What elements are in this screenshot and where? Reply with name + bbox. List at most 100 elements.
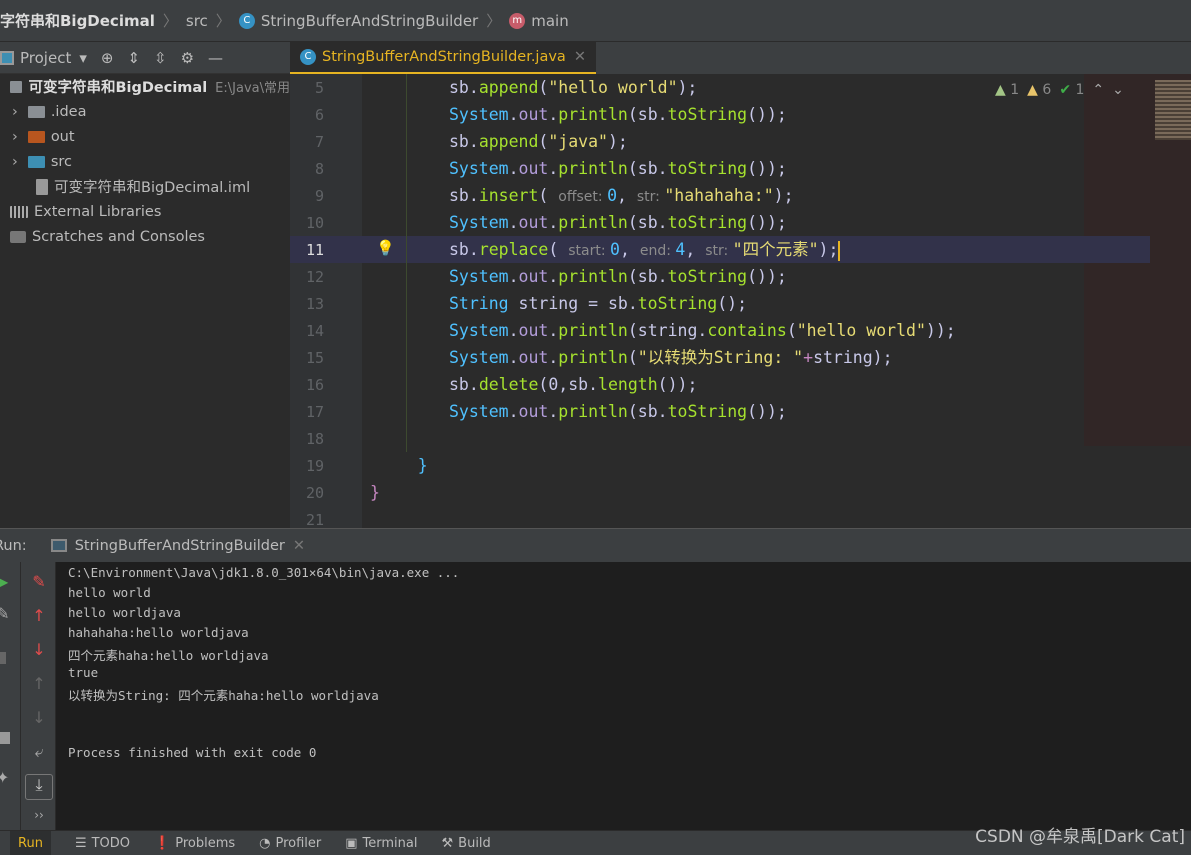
code-token: ,	[685, 240, 706, 259]
code-line[interactable]: sb.delete(0,sb.length());	[449, 371, 697, 398]
restore-layout-icon[interactable]	[0, 732, 10, 744]
module-icon	[10, 80, 23, 93]
gear-icon[interactable]: ⚙	[181, 49, 194, 67]
minimap[interactable]	[1155, 80, 1191, 140]
breadcrumb-project[interactable]: 字符串和BigDecimal	[0, 10, 155, 31]
code-token: String	[449, 294, 509, 313]
editor-tabs: C StringBufferAndStringBuilder.java ✕	[290, 42, 1191, 74]
code-line[interactable]: String string = sb.toString();	[449, 290, 747, 317]
clear-all-icon[interactable]: ✎	[21, 572, 57, 591]
code-line[interactable]: System.out.println(sb.toString());	[449, 155, 787, 182]
problems-tool-button[interactable]: ❗ Problems	[154, 836, 235, 851]
code-line[interactable]: sb.insert( offset: 0, str: "hahahaha:");	[449, 182, 794, 209]
code-line[interactable]: }	[370, 479, 380, 506]
code-token: str:	[636, 189, 665, 205]
tree-item[interactable]: 可变字符串和BigDecimal.iml	[0, 174, 290, 199]
tab-label: StringBufferAndStringBuilder.java	[322, 49, 566, 65]
breadcrumb-src[interactable]: src	[186, 12, 208, 30]
tree-item-label: External Libraries	[34, 203, 162, 220]
code-token: .	[508, 105, 519, 124]
build-tool-button[interactable]: ⚒ Build	[442, 836, 491, 851]
typo-count[interactable]: ✔ 1	[1059, 82, 1084, 98]
code-token: sb	[449, 375, 469, 394]
console-line: true	[68, 665, 99, 680]
code-line[interactable]: System.out.println(sb.toString());	[449, 209, 787, 236]
code-token: delete	[478, 375, 539, 394]
class-icon: C	[238, 12, 255, 29]
code-line[interactable]: sb.replace( start: 0, end: 4, str: "四个元素…	[449, 236, 841, 263]
terminal-tool-button[interactable]: ▣ Terminal	[345, 836, 417, 851]
profiler-tool-button[interactable]: ◔ Profiler	[259, 836, 321, 851]
tree-item[interactable]: 可变字符串和BigDecimal E:\Java\常用	[0, 74, 290, 99]
line-number: 10	[305, 214, 324, 232]
up-stack-icon[interactable]: ↑	[21, 606, 57, 625]
tree-item[interactable]: › src	[0, 149, 290, 174]
code-line[interactable]: System.out.println(sb.toString());	[449, 101, 787, 128]
chevron-right-icon[interactable]: ›	[12, 154, 18, 170]
locate-icon[interactable]: ⊕	[101, 49, 114, 67]
run-tab-label[interactable]: StringBufferAndStringBuilder	[75, 538, 285, 554]
line-number: 16	[305, 376, 324, 394]
code-token: .	[468, 240, 479, 259]
chevron-right-icon[interactable]: ›	[12, 104, 18, 120]
breadcrumb-method[interactable]: main	[531, 12, 568, 30]
warning-count[interactable]: ▲ 6	[1027, 82, 1051, 98]
line-number: 6	[314, 106, 324, 124]
code-token: .	[548, 348, 559, 367]
code-token: .	[548, 402, 559, 421]
wrench-icon[interactable]: ✎	[0, 604, 9, 623]
code-line[interactable]: System.out.println(sb.toString());	[449, 263, 787, 290]
chevron-right-icon[interactable]: ›	[12, 129, 18, 145]
code-token: println	[558, 267, 628, 286]
code-token: toString	[667, 105, 748, 124]
code-line[interactable]: System.out.println(string.contains("hell…	[449, 317, 956, 344]
list-icon: ☰	[74, 835, 87, 851]
tree-item[interactable]: › out	[0, 124, 290, 149]
run-toolbar: ✎ ↑ ↓ ↑ ↓ ⤶ ⤓ ››	[20, 562, 56, 830]
todo-tool-button[interactable]: ☰ TODO	[75, 836, 130, 851]
tree-item[interactable]: Scratches and Consoles	[0, 224, 290, 249]
code-token: .	[468, 78, 479, 97]
code-token: sb	[449, 240, 469, 259]
code-line[interactable]: sb.append("hello world");	[449, 74, 697, 101]
code-line[interactable]: System.out.println(sb.toString());	[449, 398, 787, 425]
arrow-down-icon[interactable]: ↓	[21, 708, 57, 727]
project-view-selector[interactable]: Project	[20, 49, 71, 67]
tab-stringbuffer-java[interactable]: C StringBufferAndStringBuilder.java ✕	[290, 42, 596, 74]
stop-icon[interactable]	[0, 652, 6, 664]
expand-all-icon[interactable]: ⇕	[127, 49, 140, 67]
down-stack-icon[interactable]: ↓	[21, 640, 57, 659]
tree-item[interactable]: › .idea	[0, 99, 290, 124]
close-icon[interactable]: ✕	[293, 538, 305, 554]
console-output[interactable]: C:\Environment\Java\jdk1.8.0_301×64\bin\…	[56, 562, 1191, 830]
code-token: out	[518, 321, 549, 340]
lightbulb-icon[interactable]: 💡	[376, 239, 395, 257]
inspection-widget[interactable]: ▲ 1 ▲ 6 ✔ 1 ⌃ ⌄	[995, 82, 1124, 98]
code-token: contains	[707, 321, 787, 340]
code-line[interactable]: sb.append("java");	[449, 128, 628, 155]
code-line[interactable]: }	[378, 452, 428, 479]
error-count[interactable]: ▲ 1	[995, 82, 1019, 98]
code-token: );	[677, 78, 698, 97]
close-icon[interactable]: ✕	[574, 49, 586, 65]
next-highlight-icon[interactable]: ⌄	[1112, 82, 1124, 98]
soft-wrap-icon[interactable]: ⤶	[21, 742, 57, 762]
previous-highlight-icon[interactable]: ⌃	[1092, 82, 1104, 98]
arrow-up-icon[interactable]: ↑	[21, 674, 57, 693]
chevron-down-icon[interactable]: ▾	[79, 49, 87, 67]
scroll-to-end-icon[interactable]: ⤓	[25, 774, 53, 800]
more-icon[interactable]: ››	[21, 808, 57, 822]
code-line[interactable]: System.out.println("以转换为String: "+string…	[449, 344, 893, 371]
folder-icon	[27, 155, 45, 168]
collapse-all-icon[interactable]: ⇳	[154, 49, 167, 67]
rerun-icon[interactable]: ▶	[0, 572, 8, 591]
tree-item[interactable]: External Libraries	[0, 199, 290, 224]
code-token: out	[518, 402, 549, 421]
code-token: );	[607, 132, 628, 151]
breadcrumb-class[interactable]: StringBufferAndStringBuilder	[261, 12, 478, 30]
code-token: sb	[449, 186, 469, 205]
minimize-icon[interactable]: —	[208, 49, 223, 67]
pin-icon[interactable]: ✦	[0, 768, 9, 787]
run-tool-button[interactable]: Run	[10, 831, 51, 855]
code-token: System	[449, 213, 509, 232]
